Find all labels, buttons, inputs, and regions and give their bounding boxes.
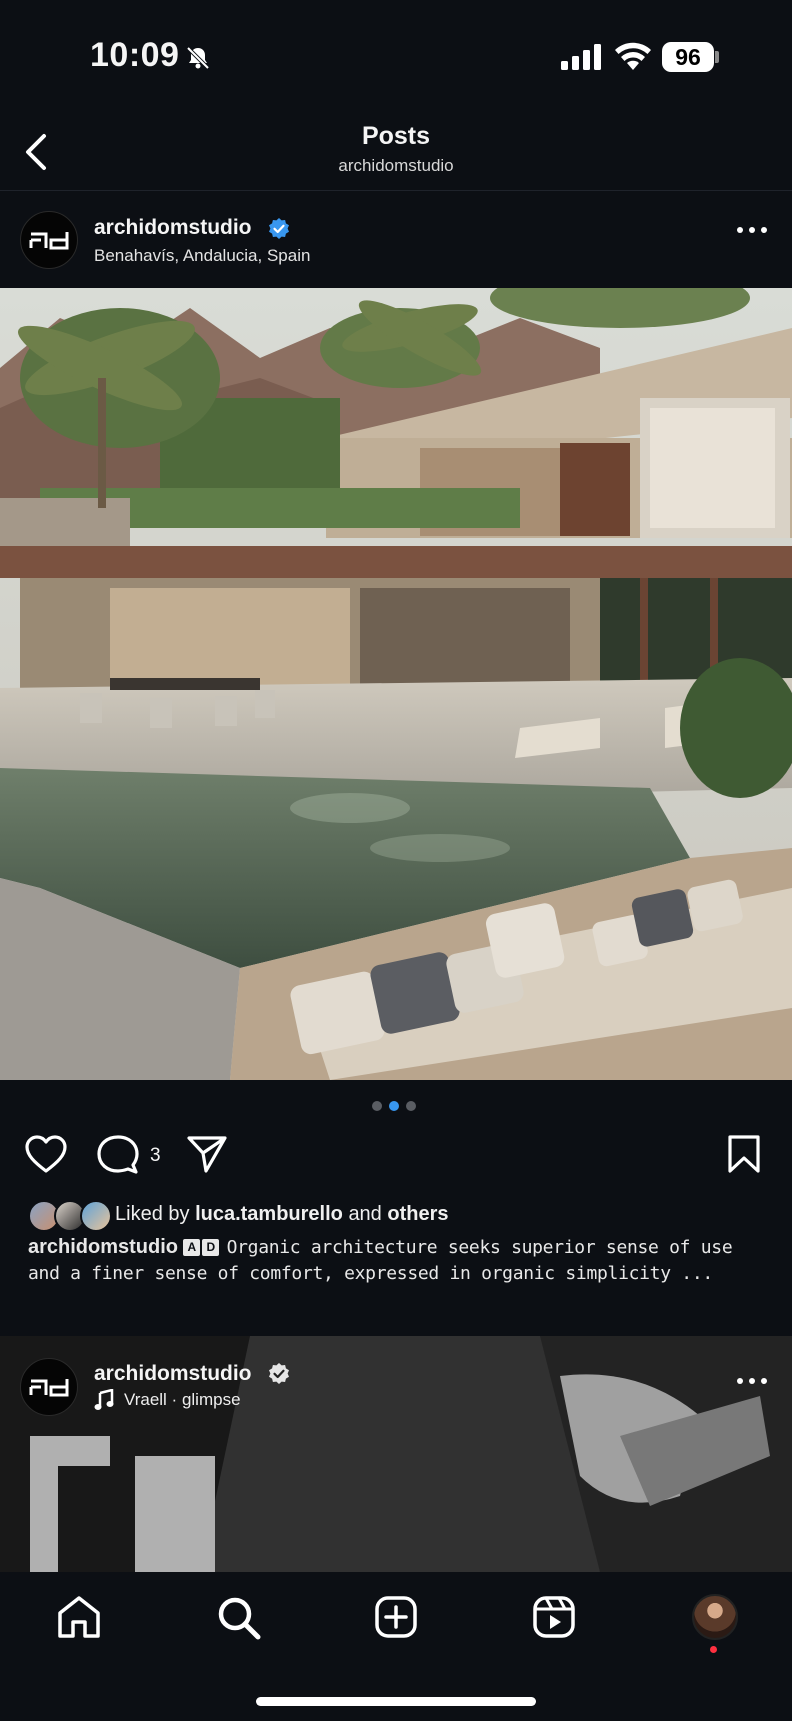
- carousel-dot: [372, 1101, 382, 1111]
- more-options-icon[interactable]: [736, 1375, 768, 1387]
- cellular-signal-icon: [561, 44, 601, 70]
- like-heart-icon[interactable]: [24, 1134, 68, 1174]
- caption-username[interactable]: archidomstudio: [28, 1236, 178, 1258]
- music-note-icon: [94, 1389, 114, 1410]
- page-subtitle: archidomstudio: [338, 156, 454, 175]
- status-time: 10:09: [90, 36, 180, 74]
- reels-icon[interactable]: [532, 1595, 576, 1639]
- battery-indicator: 96: [662, 42, 714, 72]
- post-author-username[interactable]: archidomstudio: [94, 1362, 252, 1386]
- post-author-username[interactable]: archidomstudio: [94, 216, 252, 240]
- liked-by-prefix: Liked by: [115, 1203, 190, 1225]
- page-title: Posts: [361, 122, 431, 150]
- comment-icon[interactable]: [97, 1134, 139, 1174]
- create-post-icon[interactable]: [374, 1595, 418, 1639]
- profile-avatar[interactable]: [692, 1594, 738, 1640]
- archidom-logo-icon: [29, 1379, 69, 1397]
- post-image[interactable]: [0, 288, 792, 1080]
- comment-count[interactable]: 3: [150, 1145, 161, 1167]
- bookmark-save-icon[interactable]: [726, 1134, 762, 1174]
- home-icon[interactable]: [56, 1595, 102, 1639]
- liked-by-user[interactable]: luca.tamburello: [195, 1203, 343, 1225]
- archidom-logo-icon: [29, 232, 69, 250]
- carousel-indicator: [372, 1101, 416, 1111]
- post-caption[interactable]: archidomstudio AD Organic architecture s…: [28, 1234, 768, 1287]
- post-location[interactable]: Benahavís, Andalucia, Spain: [94, 246, 310, 266]
- liked-by-and: and: [348, 1203, 382, 1225]
- verified-badge-icon: [269, 1363, 289, 1384]
- battery-cap: [715, 51, 719, 63]
- villa-pool-render: [0, 288, 792, 1080]
- home-indicator[interactable]: [256, 1697, 536, 1706]
- carousel-dot: [406, 1101, 416, 1111]
- notification-dot: [710, 1646, 717, 1653]
- post-audio-track[interactable]: Vraell · glimpse: [124, 1390, 241, 1410]
- verified-badge-icon: [269, 218, 289, 239]
- bell-muted-icon: [186, 46, 210, 70]
- caption-badge-a: A: [183, 1239, 201, 1256]
- liked-by-others[interactable]: others: [387, 1203, 448, 1225]
- liked-by-text: Liked by luca.tamburello and others: [115, 1203, 449, 1226]
- carousel-dot-active: [389, 1101, 399, 1111]
- post-author-avatar[interactable]: [20, 1358, 78, 1416]
- wifi-icon: [615, 42, 651, 70]
- search-icon[interactable]: [216, 1595, 262, 1641]
- share-send-icon[interactable]: [186, 1134, 228, 1174]
- header-divider: [0, 190, 792, 191]
- caption-badge-d: D: [202, 1239, 220, 1256]
- liker-avatar[interactable]: [80, 1200, 112, 1232]
- post-author-avatar[interactable]: [20, 211, 78, 269]
- more-options-icon[interactable]: [736, 224, 768, 236]
